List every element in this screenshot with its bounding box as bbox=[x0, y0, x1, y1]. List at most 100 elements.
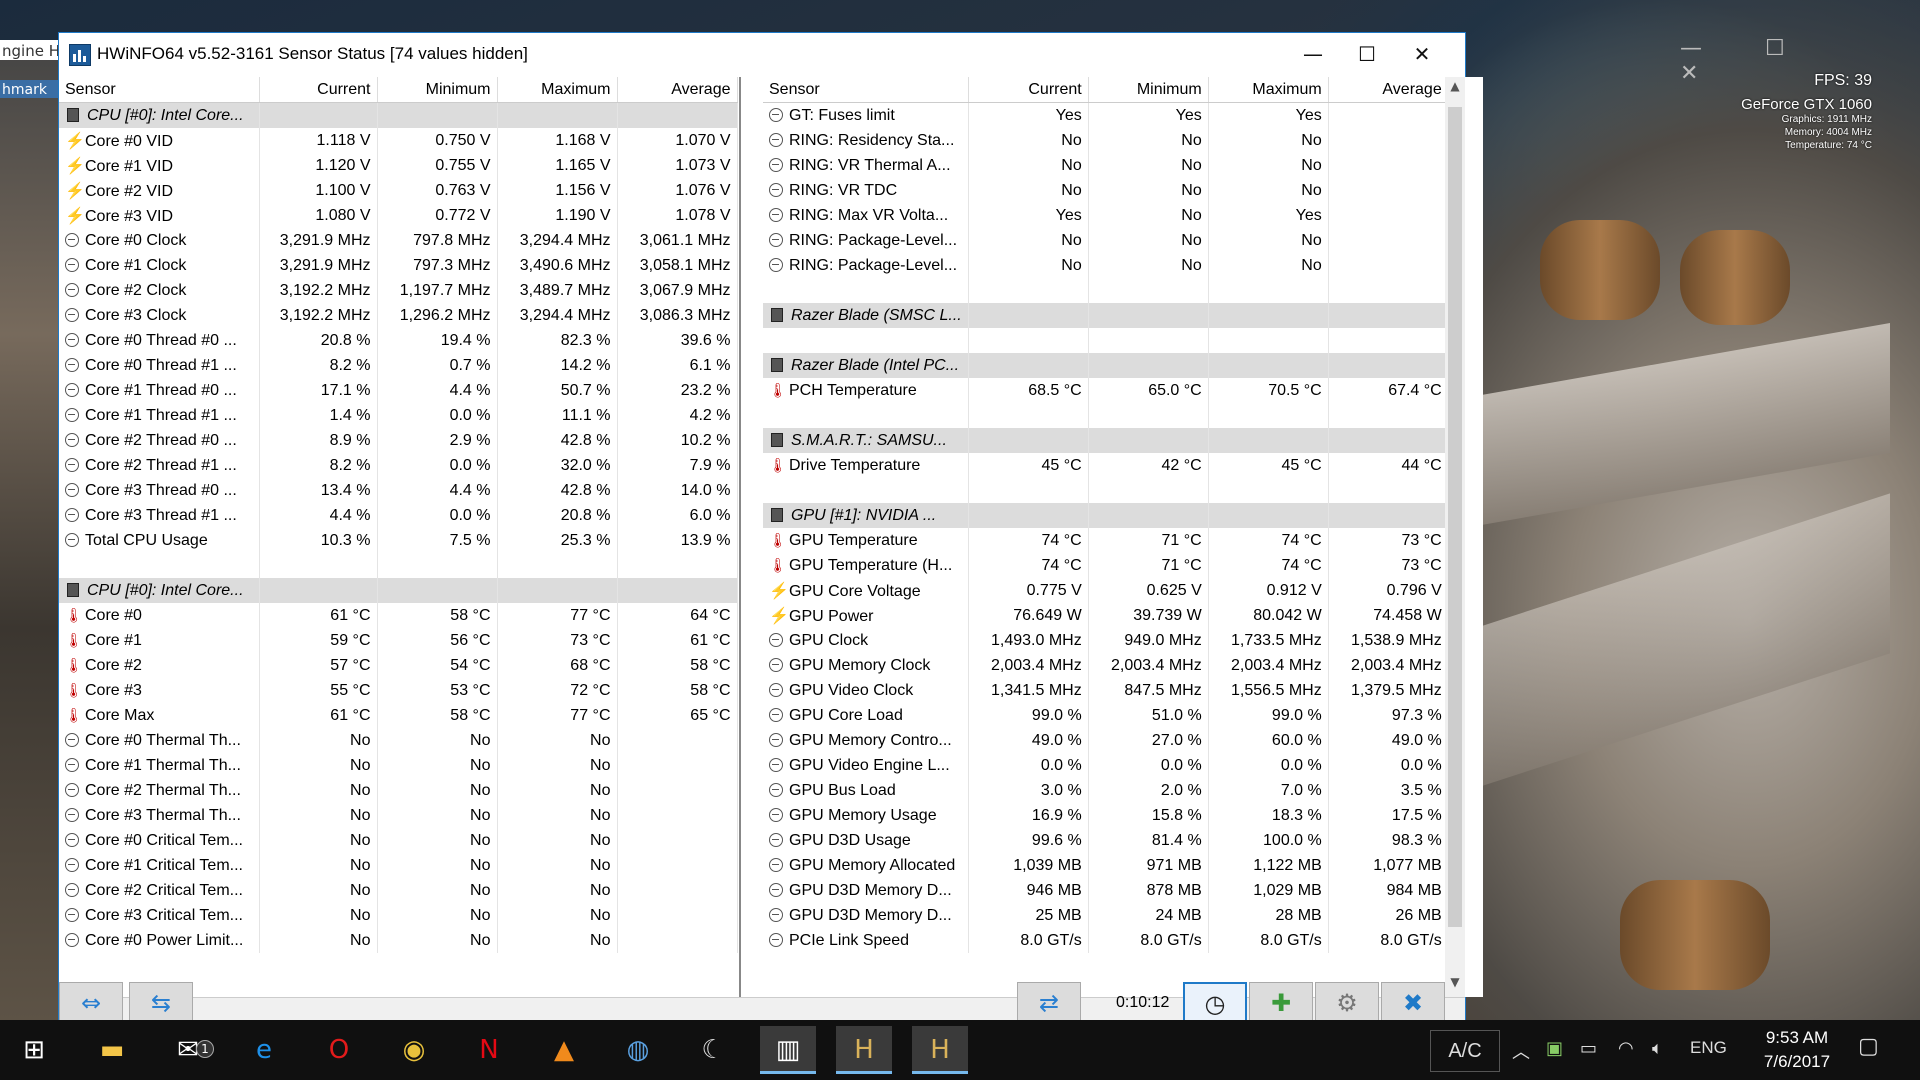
close-button[interactable]: ✕ bbox=[1399, 39, 1445, 69]
sensor-row[interactable]: GPU Memory Allocated 1,039 MB 971 MB 1,122 … bbox=[763, 853, 1449, 878]
sensor-pane-right[interactable]: Sensor Current Minimum Maximum Average GT: F… bbox=[763, 77, 1483, 997]
sensor-group-row[interactable]: Razer Blade (SMSC L... bbox=[763, 303, 1449, 328]
sensor-row[interactable]: Core #0 Critical Tem... No No No bbox=[59, 828, 738, 853]
scroll-down-icon[interactable]: ▼ bbox=[1445, 975, 1465, 995]
sensor-row[interactable]: 🌡︎ Core #3 55 °C 53 °C 72 °C 58 °C bbox=[59, 678, 738, 703]
column-header-maximum[interactable]: Maximum bbox=[1208, 77, 1329, 103]
sensor-row[interactable]: Core #2 Thermal Th... No No No bbox=[59, 778, 738, 803]
taskbar-edge[interactable]: e bbox=[236, 1026, 292, 1074]
sensor-row[interactable]: ⚡GPU Core Voltage 0.775 V 0.625 V 0.912 V 0.… bbox=[763, 578, 1449, 603]
sensor-row[interactable]: ⚡GPU Power 76.649 W 39.739 W 80.042 W 74.458… bbox=[763, 603, 1449, 628]
sensor-row[interactable]: GPU Memory Clock 2,003.4 MHz 2,003.4 MHz 2,… bbox=[763, 653, 1449, 678]
maximize-button[interactable]: ☐ bbox=[1344, 39, 1390, 69]
sensor-group-row[interactable]: CPU [#0]: Intel Core... bbox=[59, 578, 738, 603]
sensor-row[interactable]: RING: VR Thermal A... No No No bbox=[763, 153, 1449, 178]
reset-clock-button[interactable]: ◷ bbox=[1183, 982, 1247, 1024]
scroll-up-icon[interactable]: ▲ bbox=[1445, 79, 1465, 99]
sensor-row[interactable]: GPU Memory Usage 16.9 % 15.8 % 18.3 % 17.5 % bbox=[763, 803, 1449, 828]
taskbar-hwinfo[interactable]: ▥ bbox=[760, 1026, 816, 1074]
column-header-current[interactable]: Current bbox=[259, 77, 378, 103]
sensor-row[interactable]: Core #0 Thread #1 ... 8.2 % 0.7 % 14.2 % 6.1… bbox=[59, 353, 738, 378]
sensor-row[interactable]: Core #3 Critical Tem... No No No bbox=[59, 903, 738, 928]
sensor-row[interactable]: 🌡︎ Core Max 61 °C 58 °C 77 °C 65 °C bbox=[59, 703, 738, 728]
sensor-row[interactable]: GPU Video Clock 1,341.5 MHz 847.5 MHz 1,556… bbox=[763, 678, 1449, 703]
sensor-group-row[interactable]: Razer Blade (Intel PC... bbox=[763, 353, 1449, 378]
background-app-tab[interactable]: hmark bbox=[0, 80, 58, 98]
taskbar-netflix[interactable]: N bbox=[461, 1026, 517, 1074]
sensor-row[interactable]: GPU Video Engine L... 0.0 % 0.0 % 0.0 % 0.0 … bbox=[763, 753, 1449, 778]
logging-button[interactable]: ✚ bbox=[1249, 982, 1313, 1024]
sensor-row[interactable]: Core #0 Thermal Th... No No No bbox=[59, 728, 738, 753]
title-bar[interactable]: HWiNFO64 v5.52-3161 Sensor Status [74 va… bbox=[59, 33, 1465, 77]
column-header-minimum[interactable]: Minimum bbox=[1088, 77, 1209, 103]
wifi-icon[interactable]: ◠ bbox=[1618, 1038, 1634, 1059]
minimize-button[interactable]: — bbox=[1290, 39, 1336, 69]
column-header-minimum[interactable]: Minimum bbox=[377, 77, 498, 103]
sensor-row[interactable]: Core #0 Clock 3,291.9 MHz 797.8 MHz 3,294.4… bbox=[59, 228, 738, 253]
sensor-row[interactable]: Core #3 Thread #1 ... 4.4 % 0.0 % 20.8 % 6.0… bbox=[59, 503, 738, 528]
scroll-thumb[interactable] bbox=[1448, 107, 1462, 927]
sensor-row[interactable]: Core #0 Power Limit... No No No bbox=[59, 928, 738, 953]
column-header-sensor[interactable]: Sensor bbox=[763, 77, 969, 103]
taskbar-opera[interactable]: O bbox=[311, 1026, 367, 1074]
sensor-row[interactable]: Core #3 Clock 3,192.2 MHz 1,296.2 MHz 3,294… bbox=[59, 303, 738, 328]
column-header-current[interactable]: Current bbox=[968, 77, 1089, 103]
sensor-row[interactable]: Total CPU Usage 10.3 % 7.5 % 25.3 % 13.9 % bbox=[59, 528, 738, 553]
sensor-row[interactable]: GPU D3D Usage 99.6 % 81.4 % 100.0 % 98.3 % bbox=[763, 828, 1449, 853]
sensor-row[interactable]: RING: Max VR Volta... Yes No Yes bbox=[763, 203, 1449, 228]
sensor-group-row[interactable]: S.M.A.R.T.: SAMSU... bbox=[763, 428, 1449, 453]
expand-columns-button[interactable]: ⇔ bbox=[59, 982, 123, 1024]
sensor-row[interactable]: RING: VR TDC No No No bbox=[763, 178, 1449, 203]
action-center-icon[interactable]: ▢ bbox=[1858, 1034, 1888, 1064]
sensor-pane-left[interactable]: Sensor Current Minimum Maximum Average CPU [… bbox=[59, 77, 741, 997]
sensor-row[interactable]: Core #0 Thread #0 ... 20.8 % 19.4 % 82.3 % 3… bbox=[59, 328, 738, 353]
sensor-row[interactable]: GPU Clock 1,493.0 MHz 949.0 MHz 1,733.5 MHz… bbox=[763, 628, 1449, 653]
taskbar-mail[interactable]: ✉ 1 bbox=[160, 1026, 216, 1074]
sensor-row[interactable]: 🌡︎ GPU Temperature (H... 74 °C 71 °C 74 °C 73… bbox=[763, 553, 1449, 578]
sensor-row[interactable]: Core #2 Thread #1 ... 8.2 % 0.0 % 32.0 % 7.9… bbox=[59, 453, 738, 478]
column-header-average[interactable]: Average bbox=[617, 77, 738, 103]
sensor-row[interactable]: PCIe Link Speed 8.0 GT/s 8.0 GT/s 8.0 GT/s 8… bbox=[763, 928, 1449, 953]
sensor-row[interactable]: 🌡︎ PCH Temperature 68.5 °C 65.0 °C 70.5 °C 67… bbox=[763, 378, 1449, 403]
sensor-row[interactable]: Core #2 Critical Tem... No No No bbox=[59, 878, 738, 903]
sensor-row[interactable]: 🌡︎ Core #2 57 °C 54 °C 68 °C 58 °C bbox=[59, 653, 738, 678]
sensor-row[interactable]: RING: Package-Level... No No No bbox=[763, 253, 1449, 278]
sensor-row[interactable]: 🌡︎ Core #1 59 °C 56 °C 73 °C 61 °C bbox=[59, 628, 738, 653]
sensor-row[interactable]: 🌡︎ Core #0 61 °C 58 °C 77 °C 64 °C bbox=[59, 603, 738, 628]
sensor-row[interactable]: Core #2 Clock 3,192.2 MHz 1,197.7 MHz 3,489… bbox=[59, 278, 738, 303]
ac-power-indicator[interactable]: A/C bbox=[1430, 1030, 1500, 1072]
taskbar-heaven-benchmark[interactable]: H bbox=[836, 1026, 892, 1074]
column-header-sensor[interactable]: Sensor bbox=[59, 77, 260, 103]
sensor-row[interactable]: ⚡Core #3 VID 1.080 V 0.772 V 1.190 V 1.078 V bbox=[59, 203, 738, 228]
taskbar-vlc[interactable]: ▲ bbox=[536, 1026, 592, 1074]
sensor-row[interactable]: GPU Bus Load 3.0 % 2.0 % 7.0 % 3.5 % bbox=[763, 778, 1449, 803]
gpu-tray-icon[interactable]: ▣ bbox=[1546, 1038, 1563, 1059]
sensor-row[interactable]: Core #1 Critical Tem... No No No bbox=[59, 853, 738, 878]
sensor-row[interactable]: Core #1 Thread #0 ... 17.1 % 4.4 % 50.7 % 23… bbox=[59, 378, 738, 403]
sensor-row[interactable]: RING: Package-Level... No No No bbox=[763, 228, 1449, 253]
column-header-average[interactable]: Average bbox=[1328, 77, 1449, 103]
chevron-up-icon[interactable]: ︿ bbox=[1512, 1038, 1530, 1064]
sensor-row[interactable]: GPU D3D Memory D... 25 MB 24 MB 28 MB 26 MB bbox=[763, 903, 1449, 928]
battery-icon[interactable]: ▭ bbox=[1580, 1038, 1597, 1059]
taskbar-file-explorer[interactable]: ▬ bbox=[84, 1026, 140, 1074]
volume-icon[interactable]: 🔈︎ bbox=[1652, 1038, 1663, 1059]
sensor-row[interactable]: Core #2 Thread #0 ... 8.9 % 2.9 % 42.8 % 10.… bbox=[59, 428, 738, 453]
system-clock[interactable]: 9:53 AM 7/6/2017 bbox=[1752, 1026, 1842, 1074]
sensor-row[interactable]: Core #3 Thermal Th... No No No bbox=[59, 803, 738, 828]
sensor-row[interactable]: Core #1 Clock 3,291.9 MHz 797.3 MHz 3,490.6… bbox=[59, 253, 738, 278]
vertical-scrollbar[interactable]: ▲ ▼ bbox=[1445, 77, 1465, 997]
collapse-columns-button[interactable]: ⇆ bbox=[129, 982, 193, 1024]
sensor-row[interactable]: 🌡︎ GPU Temperature 74 °C 71 °C 74 °C 73 °C bbox=[763, 528, 1449, 553]
sensor-row[interactable]: 🌡︎ Drive Temperature 45 °C 42 °C 45 °C 44 °C bbox=[763, 453, 1449, 478]
sensor-row[interactable]: ⚡Core #1 VID 1.120 V 0.755 V 1.165 V 1.073 V bbox=[59, 153, 738, 178]
taskbar-chrome[interactable]: ◉ bbox=[386, 1026, 442, 1074]
network-button[interactable]: ⇄ bbox=[1017, 982, 1081, 1024]
sensor-row[interactable]: ⚡Core #2 VID 1.100 V 0.763 V 1.156 V 1.076 V bbox=[59, 178, 738, 203]
sensor-row[interactable]: GPU Core Load 99.0 % 51.0 % 99.0 % 97.3 % bbox=[763, 703, 1449, 728]
taskbar-heaven-benchmark-2[interactable]: H bbox=[912, 1026, 968, 1074]
settings-button[interactable]: ⚙ bbox=[1315, 982, 1379, 1024]
taskbar-qbittorrent[interactable]: ◍ bbox=[610, 1026, 666, 1074]
column-header-maximum[interactable]: Maximum bbox=[497, 77, 618, 103]
taskbar-night-mode[interactable]: ☾ bbox=[685, 1026, 741, 1074]
